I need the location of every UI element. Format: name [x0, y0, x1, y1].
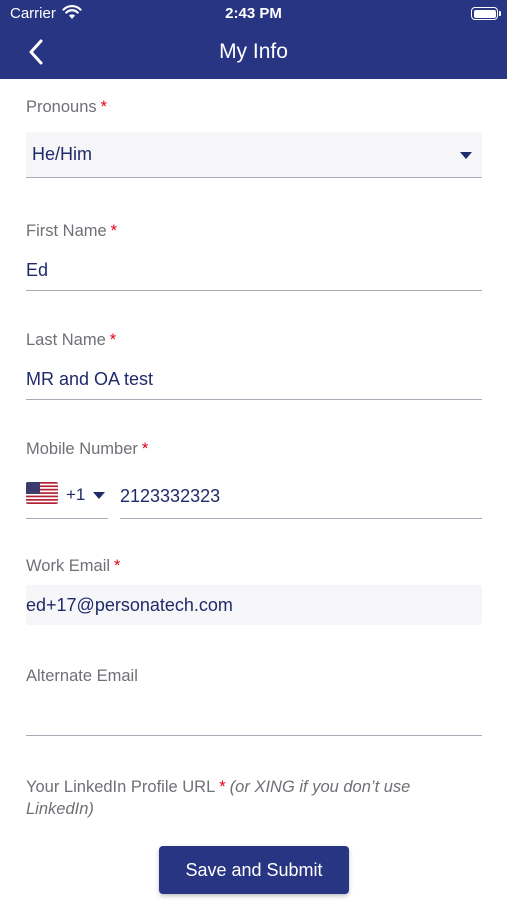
- battery-icon: [471, 7, 501, 20]
- us-flag-icon[interactable]: [26, 482, 58, 504]
- last-name-input[interactable]: MR and OA test: [26, 369, 153, 390]
- work-email-field: ed+17@personatech.com: [26, 585, 482, 625]
- required-marker: *: [100, 98, 108, 116]
- mobile-number-input[interactable]: 2123332323: [120, 486, 220, 507]
- status-bar: Carrier 2:43 PM: [0, 0, 507, 28]
- form-scroll-area[interactable]: Pronouns * He/Him First Name * Ed Last Nam…: [0, 79, 507, 900]
- country-code-underline: [26, 518, 108, 519]
- save-and-submit-button[interactable]: Save and Submit: [159, 846, 349, 894]
- required-marker: *: [114, 557, 121, 575]
- mobile-number-label: Mobile Number *: [26, 440, 149, 458]
- required-marker: *: [219, 778, 226, 796]
- required-marker: *: [109, 331, 117, 349]
- country-code-selector[interactable]: +1: [66, 485, 85, 505]
- mobile-number-underline: [120, 518, 482, 519]
- required-marker: *: [141, 440, 149, 458]
- required-marker: *: [110, 222, 118, 240]
- first-name-underline: [26, 290, 482, 291]
- navigation-bar: Carrier 2:43 PM My Info: [0, 0, 507, 79]
- pronouns-label: Pronouns *: [26, 98, 108, 116]
- first-name-input[interactable]: Ed: [26, 260, 48, 281]
- page-title: My Info: [219, 40, 288, 63]
- last-name-label: Last Name *: [26, 331, 117, 349]
- first-name-label: First Name *: [26, 222, 118, 240]
- country-code-caret-icon: [93, 492, 105, 499]
- back-button[interactable]: [22, 36, 50, 68]
- work-email-label: Work Email *: [26, 557, 121, 575]
- linkedin-label: Your LinkedIn Profile URL * (or XING if yo…: [26, 778, 411, 818]
- work-email-value: ed+17@personatech.com: [26, 595, 233, 615]
- dropdown-caret-icon: [460, 152, 472, 159]
- last-name-underline: [26, 399, 482, 400]
- status-time: 2:43 PM: [225, 5, 282, 22]
- pronouns-value: He/Him: [32, 144, 93, 164]
- chevron-left-icon: [29, 39, 43, 65]
- alternate-email-label: Alternate Email: [26, 667, 138, 685]
- pronouns-select[interactable]: He/Him: [26, 132, 482, 178]
- alternate-email-underline: [26, 735, 482, 736]
